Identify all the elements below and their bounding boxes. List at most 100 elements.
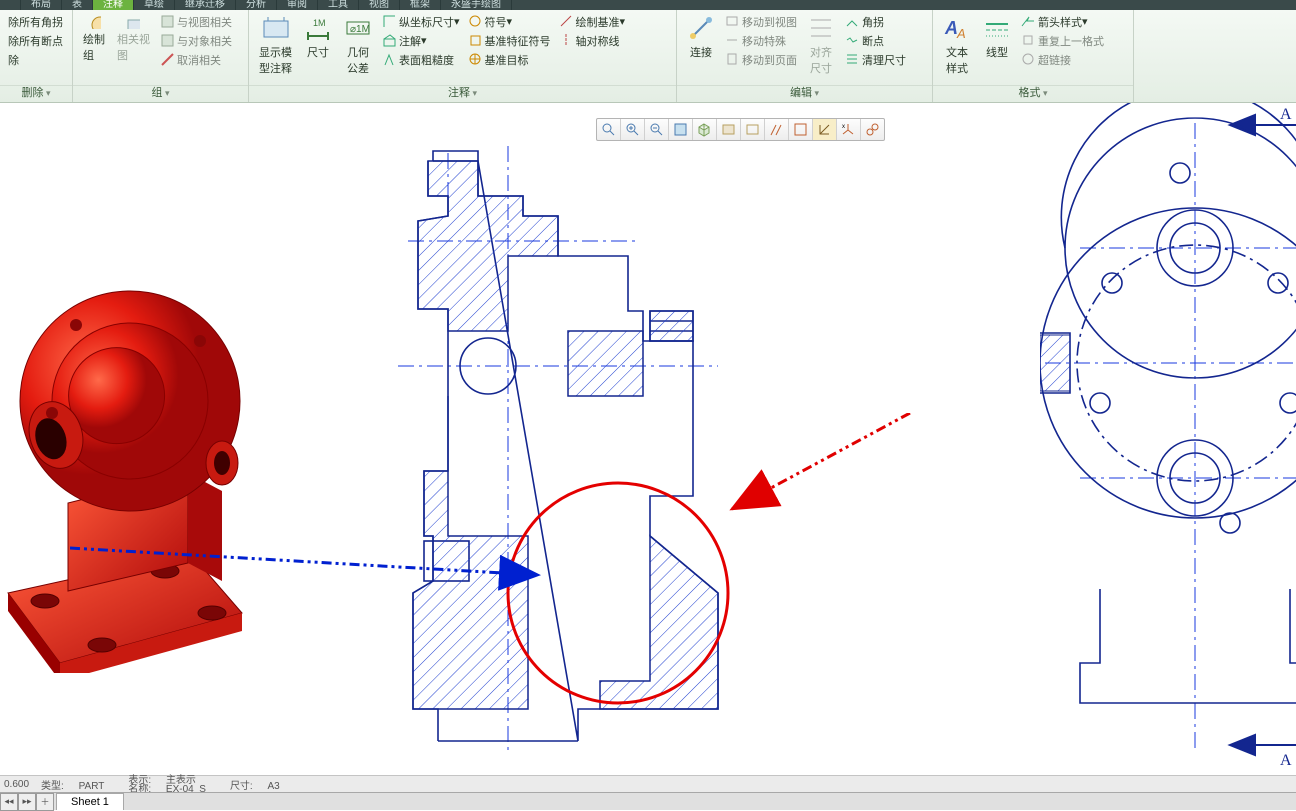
lbl: 线型 bbox=[986, 44, 1008, 60]
roughness-icon bbox=[382, 52, 397, 67]
tab-11[interactable]: 永盛手绘图 bbox=[441, 0, 512, 10]
corner-icon bbox=[845, 14, 860, 29]
tab-2[interactable]: 表 bbox=[62, 0, 93, 10]
tab-5[interactable]: 继承迁移 bbox=[175, 0, 236, 10]
cs1-icon bbox=[769, 122, 784, 137]
unrelate[interactable]: 取消相关 bbox=[158, 50, 234, 69]
note[interactable]: 注解 ▾ bbox=[380, 31, 462, 50]
refit-icon bbox=[673, 122, 688, 137]
tab-1[interactable]: 布局 bbox=[21, 0, 62, 10]
tab-0[interactable] bbox=[0, 0, 21, 10]
csys-1[interactable] bbox=[765, 119, 789, 140]
object-relate[interactable]: 与对象相关 bbox=[158, 31, 234, 50]
tab-7[interactable]: 审阅 bbox=[277, 0, 318, 10]
draw-datum[interactable]: 绘制基准 ▾ bbox=[557, 12, 628, 31]
remove-breakpoints[interactable]: 除所有断点 bbox=[6, 31, 65, 50]
move-to-view[interactable]: 移动到视图 bbox=[723, 12, 799, 31]
draw-group-button[interactable]: 绘制 组 bbox=[77, 12, 111, 65]
red-arrow-annotation bbox=[720, 413, 920, 523]
csys-3[interactable] bbox=[813, 119, 837, 140]
balloon-icon bbox=[86, 14, 101, 29]
disp1-icon bbox=[721, 122, 736, 137]
ordinate-dim[interactable]: 纵坐标尺寸 ▾ bbox=[380, 12, 462, 31]
display-style-1[interactable] bbox=[717, 119, 741, 140]
axis-symmetry[interactable]: 轴对称线 bbox=[557, 31, 628, 50]
csys-5[interactable] bbox=[861, 119, 884, 140]
tab-8[interactable]: 工具 bbox=[318, 0, 359, 10]
sheet-last[interactable]: ▸▸ bbox=[18, 793, 36, 811]
corner[interactable]: 角拐 bbox=[843, 12, 908, 31]
zoom-window-button[interactable] bbox=[597, 119, 621, 140]
lbl: 文本 样式 bbox=[946, 44, 968, 76]
note-icon bbox=[382, 33, 397, 48]
drawing-canvas[interactable]: x bbox=[0, 103, 1296, 768]
link-icon bbox=[160, 33, 175, 48]
datum-target[interactable]: 基准目标 bbox=[466, 50, 553, 69]
group-edit: 连接 移动到视图 移动特殊 移动到页面 对齐 尺寸 角拐 断点 清理尺寸 编辑 bbox=[677, 10, 933, 102]
text-style-button[interactable]: AA 文本 样式 bbox=[937, 12, 977, 78]
cs5-icon bbox=[865, 122, 880, 137]
refit-button[interactable] bbox=[669, 119, 693, 140]
remove-corners[interactable]: 除所有角拐 bbox=[6, 12, 65, 31]
move-to-page[interactable]: 移动到页面 bbox=[723, 50, 799, 69]
cs4-icon: x bbox=[841, 122, 856, 137]
breakpoint[interactable]: 断点 bbox=[843, 31, 908, 50]
iso-icon bbox=[697, 122, 712, 137]
move-special[interactable]: 移动特殊 bbox=[723, 31, 799, 50]
lbl: 连接 bbox=[690, 44, 712, 60]
related-view-label: 相关视 图 bbox=[117, 31, 150, 63]
remove[interactable]: 除 bbox=[6, 50, 65, 69]
view-toolbar: x bbox=[596, 118, 885, 141]
target-icon bbox=[468, 52, 483, 67]
repeat-format[interactable]: 重复上一格式 bbox=[1019, 31, 1106, 50]
connect-icon bbox=[687, 14, 715, 42]
zoomin-icon bbox=[625, 122, 640, 137]
linetype-button[interactable]: 线型 bbox=[977, 12, 1017, 62]
csys-4[interactable]: x bbox=[837, 119, 861, 140]
align-dim-button[interactable]: 对齐 尺寸 bbox=[801, 12, 841, 78]
group-annotation: 显示模 型注释 1M 尺寸 ⌀1M 几何 公差 纵坐标尺寸 ▾ 注解 ▾ 表面粗… bbox=[249, 10, 677, 102]
hyperlink[interactable]: 超链接 bbox=[1019, 50, 1106, 69]
geom-tolerance-button[interactable]: ⌀1M 几何 公差 bbox=[338, 12, 378, 78]
sheet-add[interactable]: ＋ bbox=[36, 793, 54, 811]
tab-6[interactable]: 分析 bbox=[236, 0, 277, 10]
dimension-button[interactable]: 1M 尺寸 bbox=[298, 12, 338, 62]
group-group-label: 组 bbox=[73, 85, 248, 102]
tab-9[interactable]: 视图 bbox=[359, 0, 400, 10]
group-delete-label: 删除 bbox=[0, 85, 72, 102]
tab-4[interactable]: 草绘 bbox=[134, 0, 175, 10]
moveview-icon bbox=[725, 14, 740, 29]
connect-button[interactable]: 连接 bbox=[681, 12, 721, 62]
sheet-tabs: ◂◂ ▸▸ ＋ Sheet 1 bbox=[0, 792, 1296, 810]
view-related-icon bbox=[125, 14, 140, 29]
datum-draw-icon bbox=[559, 14, 574, 29]
zoomout-icon bbox=[649, 122, 664, 137]
symbol[interactable]: 符号 ▾ bbox=[466, 12, 553, 31]
align-icon bbox=[807, 14, 835, 42]
axis-icon bbox=[559, 33, 574, 48]
surface-finish[interactable]: 表面粗糙度 bbox=[380, 50, 462, 69]
related-view-button[interactable]: 相关视 图 bbox=[111, 12, 156, 65]
csys-2[interactable] bbox=[789, 119, 813, 140]
arrow-style[interactable]: 箭头样式 ▾ bbox=[1019, 12, 1106, 31]
tab-3[interactable]: 注释 bbox=[93, 0, 134, 10]
clean-dims[interactable]: 清理尺寸 bbox=[843, 50, 908, 69]
show-model-annotations[interactable]: 显示模 型注释 bbox=[253, 12, 298, 78]
view-relate[interactable]: 与视图相关 bbox=[158, 12, 234, 31]
sheet-1-tab[interactable]: Sheet 1 bbox=[56, 793, 124, 810]
datum-feature[interactable]: 基准特征符号 bbox=[466, 31, 553, 50]
zoom-out-button[interactable] bbox=[645, 119, 669, 140]
menu-tabs: 布局 表 注释 草绘 继承迁移 分析 审阅 工具 视图 框架 永盛手绘图 bbox=[0, 0, 1296, 10]
svg-text:1M: 1M bbox=[313, 18, 326, 28]
sheet-first[interactable]: ◂◂ bbox=[0, 793, 18, 811]
tab-10[interactable]: 框架 bbox=[400, 0, 441, 10]
iso-button[interactable] bbox=[693, 119, 717, 140]
display-style-2[interactable] bbox=[741, 119, 765, 140]
hyperlink-icon bbox=[1021, 52, 1036, 67]
lbl: 尺寸 bbox=[307, 44, 329, 60]
svg-text:A: A bbox=[944, 18, 958, 38]
zoom-in-button[interactable] bbox=[621, 119, 645, 140]
dimension-icon: 1M bbox=[304, 14, 332, 42]
status-size: 尺寸: A3 bbox=[230, 777, 292, 792]
status-show: 表示: 主表示名称: EX-04_S bbox=[128, 776, 218, 794]
